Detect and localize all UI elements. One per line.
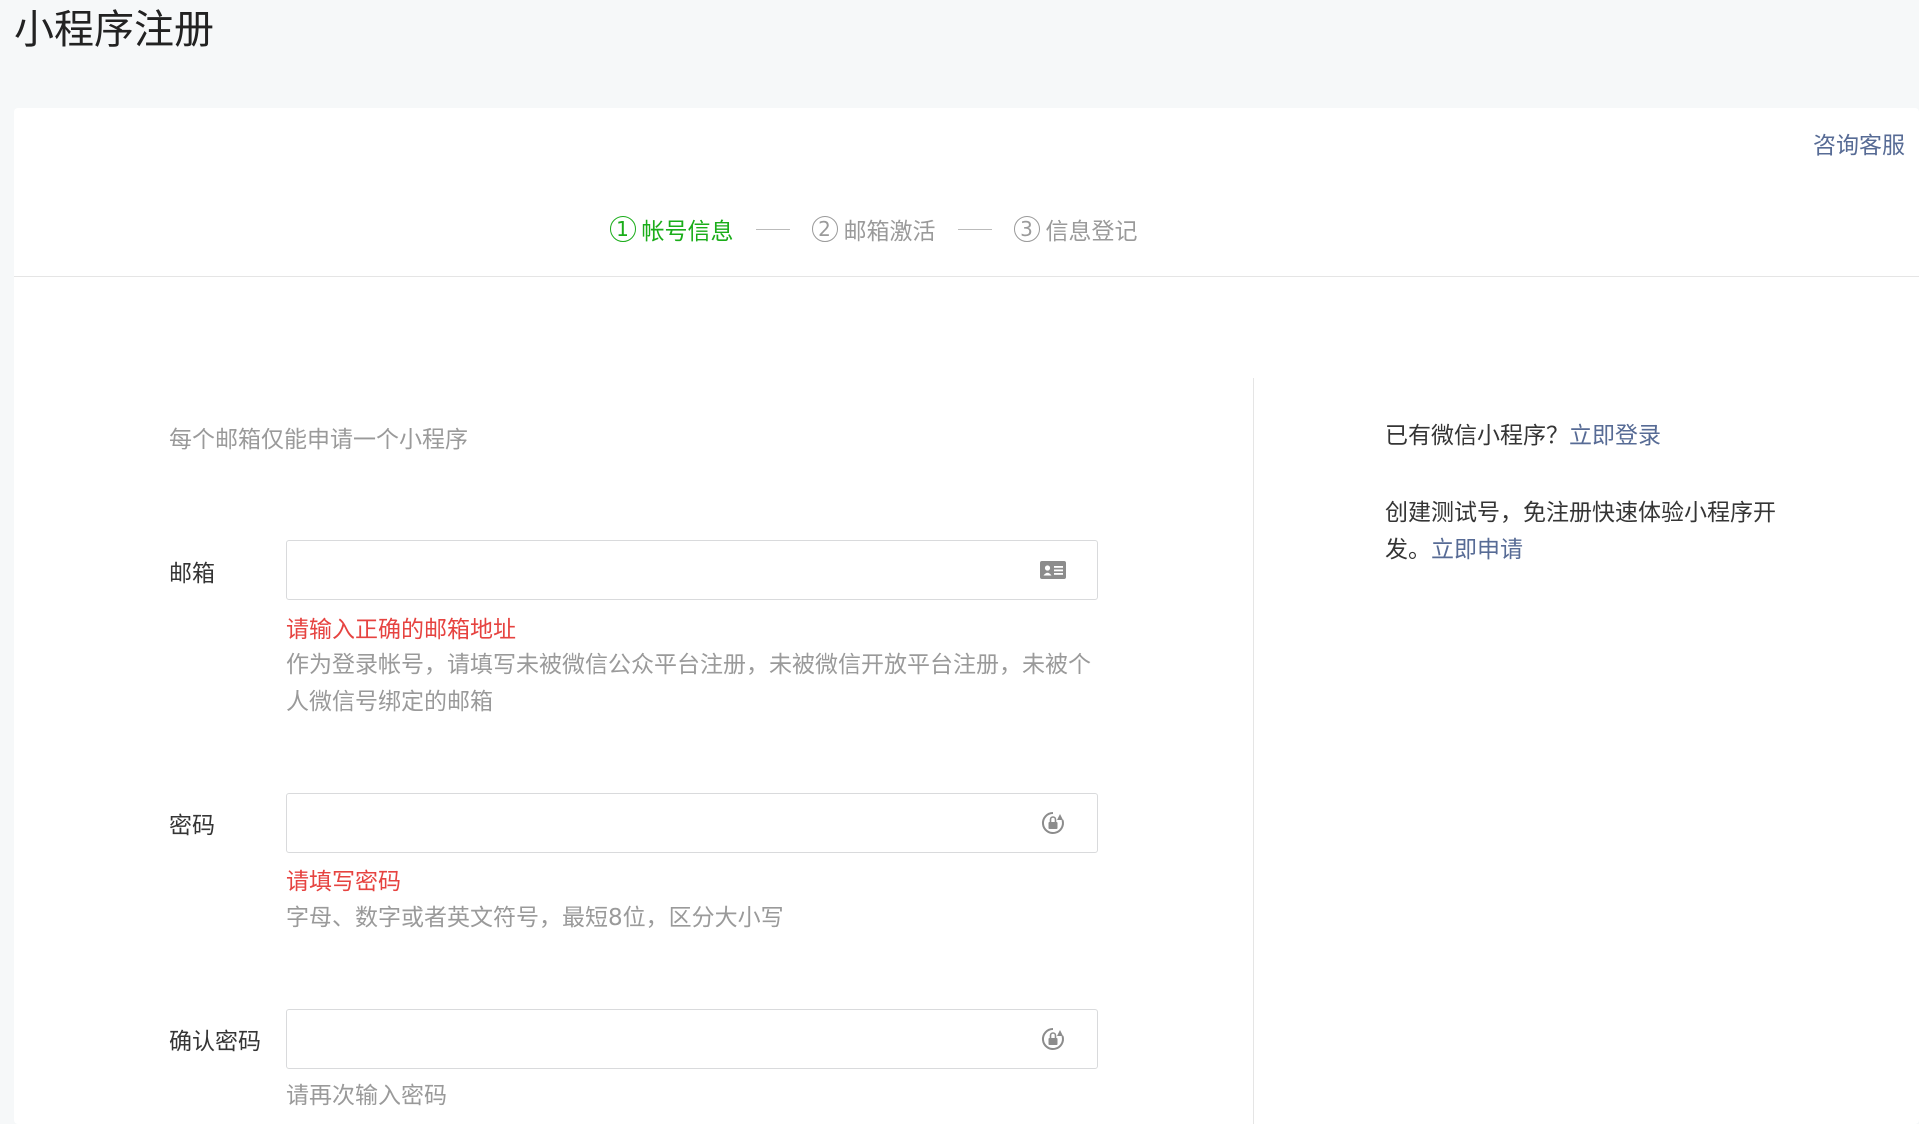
confirm-password-field[interactable]: [286, 1009, 1098, 1069]
step-number-3: 3: [1013, 216, 1040, 242]
password-label: 密码: [169, 813, 215, 839]
step-label: 邮箱激活: [843, 219, 936, 245]
password-input[interactable]: [287, 794, 1039, 850]
header-divider: [14, 276, 1919, 277]
step-separator: [755, 228, 790, 230]
email-field[interactable]: [286, 540, 1098, 600]
step-number-1: 1: [609, 216, 636, 242]
step-label: 帐号信息: [641, 219, 734, 245]
login-prompt-text: 已有微信小程序？: [1385, 423, 1569, 449]
email-label: 邮箱: [169, 561, 215, 587]
email-input[interactable]: [287, 541, 1039, 597]
confirm-password-label: 确认密码: [169, 1029, 261, 1055]
page-title: 小程序注册: [14, 7, 214, 53]
step-label: 信息登记: [1045, 219, 1138, 245]
step-account-info: 1 帐号信息: [609, 212, 734, 246]
form-notice: 每个邮箱仅能申请一个小程序: [169, 427, 468, 453]
apply-now-link[interactable]: 立即申请: [1431, 537, 1523, 563]
existing-login-prompt: 已有微信小程序？立即登录: [1385, 418, 1805, 455]
login-now-link[interactable]: 立即登录: [1569, 423, 1661, 449]
confirm-password-hint: 请再次输入密码: [286, 1083, 447, 1109]
email-error: 请输入正确的邮箱地址: [286, 617, 516, 643]
consult-service-link[interactable]: 咨询客服: [1813, 126, 1905, 160]
step-indicator: 1 帐号信息 2 邮箱激活 3 信息登记: [0, 212, 1919, 246]
password-lock-icon: [1039, 1026, 1067, 1052]
password-error: 请填写密码: [286, 869, 401, 895]
password-hint: 字母、数字或者英文符号，最短8位，区分大小写: [286, 905, 784, 931]
password-lock-icon: [1039, 810, 1067, 836]
test-account-prompt: 创建测试号，免注册快速体验小程序开发。立即申请: [1385, 495, 1805, 569]
registration-card: 咨询客服 1 帐号信息 2 邮箱激活 3 信息登记 每个邮箱仅能申请一个小程序 …: [14, 108, 1919, 1124]
step-number-2: 2: [811, 216, 838, 242]
step-separator: [957, 228, 992, 230]
email-hint: 作为登录帐号，请填写未被微信公众平台注册，未被微信开放平台注册，未被个人微信号绑…: [286, 652, 1091, 715]
column-divider: [1253, 378, 1254, 1124]
confirm-password-input[interactable]: [287, 1010, 1039, 1066]
password-field[interactable]: [286, 793, 1098, 853]
step-info-registration: 3 信息登记: [1013, 212, 1138, 246]
id-card-icon: [1039, 557, 1067, 583]
step-email-activation: 2 邮箱激活: [811, 212, 936, 246]
